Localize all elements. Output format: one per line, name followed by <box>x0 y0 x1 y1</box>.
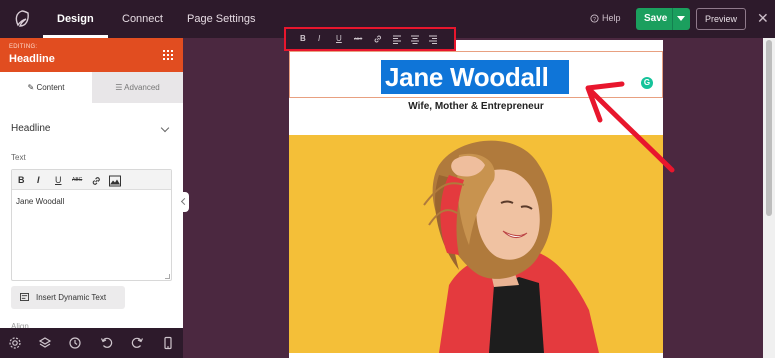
edit-icon: ✎ <box>27 83 35 92</box>
strikethrough-button[interactable]: ABC <box>72 173 82 187</box>
image-icon[interactable] <box>109 174 121 188</box>
text-editor[interactable]: B I U ABC Jane Woodall <box>11 169 172 281</box>
align-center-icon[interactable] <box>410 34 420 44</box>
page-headline[interactable]: Jane Woodall <box>385 60 549 94</box>
strikethrough-button[interactable]: ABC <box>354 33 362 45</box>
link-icon[interactable] <box>373 34 383 44</box>
text-field-label: Text <box>11 153 26 162</box>
history-icon[interactable] <box>68 336 82 350</box>
settings-icon[interactable] <box>8 336 22 350</box>
floating-format-toolbar: B I U ABC <box>284 27 456 51</box>
sidebar-header: EDITING: Headline <box>0 38 183 72</box>
tab-design[interactable]: Design <box>43 0 108 38</box>
underline-button[interactable]: U <box>55 173 62 187</box>
vertical-scrollbar[interactable] <box>763 38 775 358</box>
tab-content-label: Content <box>36 83 65 92</box>
sidebar-tabs: ✎ Content ☰ Advanced <box>0 72 183 103</box>
redo-icon[interactable] <box>130 336 144 350</box>
help-label: Help <box>602 13 621 23</box>
tab-page-settings[interactable]: Page Settings <box>187 0 256 38</box>
editor-toolbar: B I U ABC <box>12 170 171 190</box>
sidebar-title: Headline <box>9 53 55 65</box>
scrollbar-thumb[interactable] <box>766 40 772 216</box>
svg-text:?: ? <box>593 16 596 22</box>
save-label: Save <box>644 13 668 24</box>
sidebar-collapse-handle[interactable] <box>181 192 189 212</box>
resize-handle[interactable] <box>165 274 170 279</box>
close-icon[interactable]: ✕ <box>757 11 769 25</box>
dynamic-text-icon <box>20 293 29 301</box>
preview-button[interactable]: Preview <box>696 8 746 30</box>
italic-button[interactable]: I <box>37 173 40 187</box>
sliders-icon: ☰ <box>115 83 123 92</box>
grid-menu-icon[interactable] <box>163 50 173 60</box>
italic-button[interactable]: I <box>318 33 320 45</box>
chevron-down-icon[interactable] <box>160 123 170 133</box>
tab-advanced-label: Advanced <box>124 83 160 92</box>
underline-button[interactable]: U <box>336 33 342 45</box>
tab-advanced[interactable]: ☰ Advanced <box>92 72 183 103</box>
align-right-icon[interactable] <box>428 34 438 44</box>
section-headline-title[interactable]: Headline <box>11 123 50 134</box>
align-left-icon[interactable] <box>392 34 402 44</box>
editor-text[interactable]: Jane Woodall <box>16 197 64 206</box>
save-divider <box>672 8 673 30</box>
save-button[interactable]: Save <box>636 8 690 30</box>
seedprod-logo-icon[interactable] <box>12 9 32 29</box>
bold-button[interactable]: B <box>18 173 25 187</box>
bold-button[interactable]: B <box>300 33 306 45</box>
help-link[interactable]: ? Help <box>590 13 621 23</box>
annotation-arrow <box>585 81 675 173</box>
insert-dynamic-text-button[interactable]: Insert Dynamic Text <box>11 286 125 309</box>
tab-connect[interactable]: Connect <box>122 0 163 38</box>
mobile-icon[interactable] <box>161 336 175 350</box>
tab-content[interactable]: ✎ Content <box>0 72 92 103</box>
sidebar-bottom-bar <box>0 328 183 358</box>
link-icon[interactable] <box>91 174 102 188</box>
insert-dynamic-text-label: Insert Dynamic Text <box>36 293 107 302</box>
editing-label: EDITING: <box>9 44 38 50</box>
undo-icon[interactable] <box>100 336 114 350</box>
layers-icon[interactable] <box>38 336 52 350</box>
chevron-down-icon[interactable] <box>677 16 685 21</box>
help-icon: ? <box>590 13 599 22</box>
sidebar: EDITING: Headline ✎ Content ☰ Advanced H… <box>0 38 183 358</box>
